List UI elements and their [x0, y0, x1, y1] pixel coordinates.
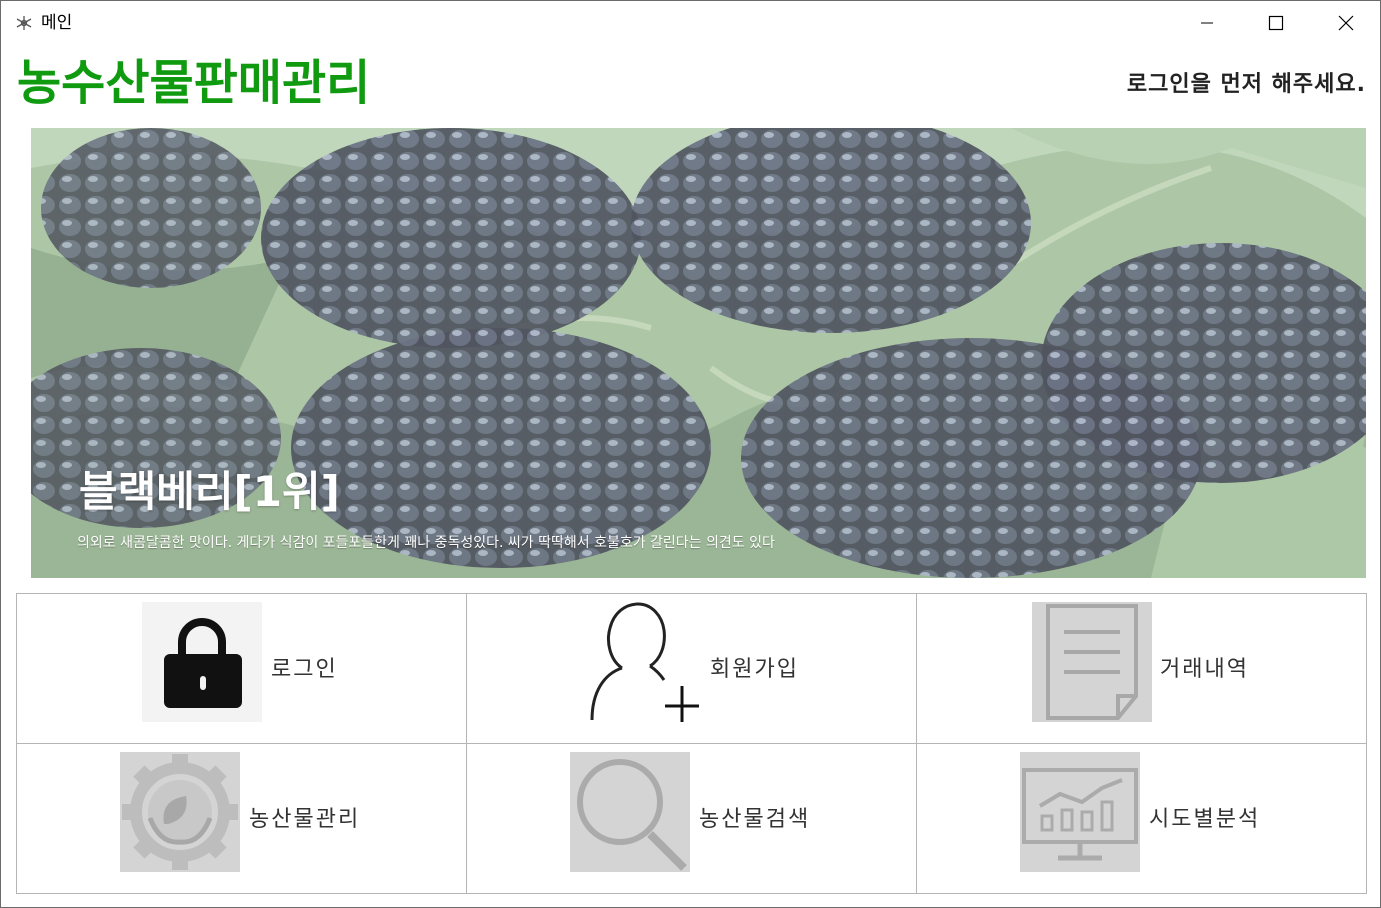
- produce-search-button[interactable]: 농산물검색: [466, 743, 917, 894]
- banner-product-title: 블랙베리[1위]: [79, 467, 340, 516]
- maximize-icon: [1268, 15, 1284, 31]
- window-title: 메인: [41, 13, 73, 33]
- menu-grid: 로그인 회원가입 거래내역 농산물관리 농산물검색 시도별분석: [16, 593, 1367, 894]
- close-button[interactable]: [1311, 1, 1380, 45]
- signup-button[interactable]: 회원가입: [466, 593, 917, 744]
- document-icon: [1032, 602, 1152, 722]
- gear-leaf-icon: [120, 752, 240, 872]
- produce-manage-button[interactable]: 농산물관리: [16, 743, 467, 894]
- close-icon: [1338, 15, 1354, 31]
- app-title: 농수산물판매관리: [17, 55, 371, 111]
- main-window: 메인 농수산물판매관리 로그인을 먼저 해주세요. 블랙베리[1위] 의외로 새…: [0, 0, 1381, 908]
- magnifier-icon: [570, 752, 690, 872]
- minimize-button[interactable]: [1172, 1, 1242, 45]
- add-user-icon: [582, 602, 702, 722]
- maximize-button[interactable]: [1241, 1, 1311, 45]
- banner-product-description: 의외로 새콤달콤한 맛이다. 게다가 식감이 포들포들한게 꽤나 중독성있다. …: [77, 535, 775, 551]
- snowflake-app-icon: [15, 15, 33, 31]
- produce-search-label: 농산물검색: [699, 807, 811, 832]
- login-label: 로그인: [271, 657, 338, 682]
- login-status-text: 로그인을 먼저 해주세요.: [1126, 72, 1366, 97]
- transactions-button[interactable]: 거래내역: [916, 593, 1367, 744]
- login-button[interactable]: 로그인: [16, 593, 467, 744]
- transactions-label: 거래내역: [1160, 657, 1249, 682]
- produce-manage-label: 농산물관리: [249, 807, 361, 832]
- featured-product-banner: 블랙베리[1위] 의외로 새콤달콤한 맛이다. 게다가 식감이 포들포들한게 꽤…: [31, 128, 1366, 578]
- minimize-icon: [1201, 22, 1213, 24]
- region-analysis-button[interactable]: 시도별분석: [916, 743, 1367, 894]
- region-analysis-label: 시도별분석: [1149, 807, 1261, 832]
- title-bar[interactable]: 메인: [1, 1, 1380, 45]
- signup-label: 회원가입: [710, 657, 799, 682]
- lock-icon: [142, 602, 262, 722]
- chart-board-icon: [1020, 752, 1140, 872]
